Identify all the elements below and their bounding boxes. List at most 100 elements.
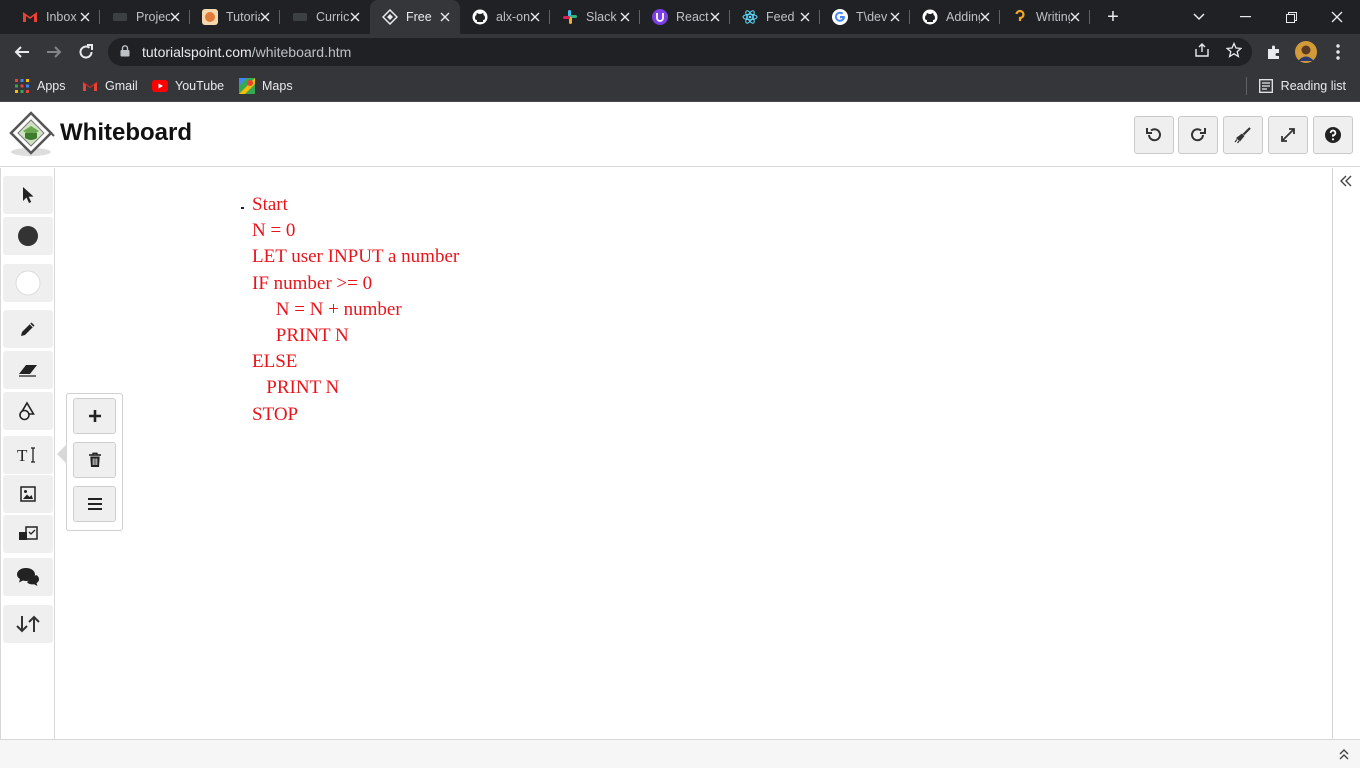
bottom-bar bbox=[0, 739, 1360, 768]
canvas-text-line[interactable]: PRINT N bbox=[252, 325, 349, 347]
close-tab-icon[interactable] bbox=[978, 10, 992, 24]
browser-tab[interactable]: Tutorials bbox=[190, 0, 280, 34]
close-tab-icon[interactable] bbox=[438, 10, 452, 24]
browser-tab[interactable]: Feed bbox=[730, 0, 820, 34]
add-button[interactable] bbox=[73, 398, 116, 434]
react-icon bbox=[742, 9, 758, 25]
close-tab-icon[interactable] bbox=[78, 10, 92, 24]
undo-button[interactable] bbox=[1134, 116, 1174, 154]
bookmark-youtube[interactable]: YouTube bbox=[152, 76, 224, 96]
sort-layers-button[interactable] bbox=[3, 605, 53, 643]
browser-toolbar: tutorialspoint.com/whiteboard.htm bbox=[0, 34, 1360, 70]
browser-tab[interactable]: Inbox bbox=[10, 0, 100, 34]
canvas-text-line[interactable]: IF number >= 0 bbox=[252, 273, 372, 295]
canvas-text-line[interactable]: PRINT N bbox=[252, 377, 339, 399]
image-tool-button[interactable] bbox=[3, 475, 53, 513]
bookmark-label: YouTube bbox=[175, 79, 225, 93]
shapes-tool-button[interactable] bbox=[3, 392, 53, 430]
close-window-button[interactable] bbox=[1314, 0, 1360, 34]
browser-tab[interactable]: Adding bbox=[910, 0, 1000, 34]
bookmark-label: Apps bbox=[37, 79, 66, 93]
browser-menu-button[interactable] bbox=[1324, 38, 1352, 66]
redo-button[interactable] bbox=[1178, 116, 1218, 154]
close-tab-icon[interactable] bbox=[798, 10, 812, 24]
slack-icon bbox=[562, 9, 578, 25]
tab-title: Adding bbox=[946, 10, 980, 24]
menu-button[interactable] bbox=[73, 486, 116, 522]
eraser-tool-button[interactable] bbox=[3, 351, 53, 389]
canvas-text-line[interactable]: N = 0 bbox=[252, 220, 295, 242]
page-title: Whiteboard bbox=[60, 119, 192, 146]
browser-tab[interactable]: alx-online bbox=[460, 0, 550, 34]
fullscreen-button[interactable] bbox=[1268, 116, 1308, 154]
canvas-text-line[interactable]: LET user INPUT a number bbox=[252, 246, 459, 268]
extensions-button[interactable] bbox=[1260, 38, 1288, 66]
forward-button[interactable] bbox=[40, 38, 68, 66]
address-bar[interactable]: tutorialspoint.com/whiteboard.htm bbox=[108, 38, 1252, 66]
close-tab-icon[interactable] bbox=[528, 10, 542, 24]
pencil-tool-button[interactable] bbox=[3, 310, 53, 348]
bookmark-maps[interactable]: Maps bbox=[239, 76, 293, 96]
share-button[interactable] bbox=[1192, 42, 1212, 62]
gmail-icon bbox=[82, 78, 98, 94]
tab-title: React bbox=[676, 10, 709, 24]
browser-tab[interactable]: Curriculum bbox=[280, 0, 370, 34]
double-chevron-left-icon bbox=[1340, 175, 1352, 187]
comments-button[interactable] bbox=[3, 558, 53, 596]
close-tab-icon[interactable] bbox=[168, 10, 182, 24]
puzzle-icon bbox=[1268, 45, 1279, 59]
url-path: /whiteboard.htm bbox=[251, 44, 352, 60]
expand-bottom-panel-button[interactable] bbox=[1338, 747, 1354, 763]
restore-icon bbox=[1285, 11, 1297, 23]
stroke-color-button[interactable] bbox=[3, 264, 53, 302]
canvas-text-line[interactable]: N = N + number bbox=[252, 299, 402, 321]
new-tab-button[interactable]: + bbox=[1102, 6, 1124, 28]
reading-list-button[interactable]: Reading list bbox=[1245, 76, 1346, 96]
close-tab-icon[interactable] bbox=[708, 10, 722, 24]
reload-button[interactable] bbox=[72, 38, 100, 66]
canvas-text-line[interactable]: ELSE bbox=[252, 351, 297, 373]
tab-title: Projects bbox=[136, 10, 170, 24]
browser-tab[interactable]: Slack bbox=[550, 0, 640, 34]
tab-search-button[interactable] bbox=[1176, 0, 1222, 34]
delete-button[interactable] bbox=[73, 442, 116, 478]
bookmark-apps[interactable]: Apps bbox=[14, 76, 66, 96]
canvas-text-line[interactable]: Start bbox=[252, 194, 288, 216]
close-tab-icon[interactable] bbox=[1068, 10, 1082, 24]
fill-color-button[interactable] bbox=[3, 217, 53, 255]
arrow-down-up-icon bbox=[16, 615, 40, 633]
double-chevron-up-icon bbox=[1339, 749, 1349, 760]
insert-media-button[interactable] bbox=[3, 515, 53, 553]
browser-tab[interactable]: Free bbox=[370, 0, 460, 34]
bookmark-gmail[interactable]: Gmail bbox=[82, 76, 138, 96]
question-circle-icon bbox=[1325, 127, 1341, 143]
youtube-icon bbox=[152, 78, 168, 94]
select-tool-button[interactable] bbox=[3, 176, 53, 214]
clear-board-button[interactable] bbox=[1223, 116, 1263, 154]
help-button[interactable] bbox=[1313, 116, 1353, 154]
arrow-right-icon bbox=[47, 46, 62, 58]
github-icon bbox=[922, 9, 938, 25]
minimize-button[interactable] bbox=[1222, 0, 1268, 34]
collapse-panel-button[interactable] bbox=[1339, 174, 1355, 190]
github-icon bbox=[472, 9, 488, 25]
reading-list-label: Reading list bbox=[1280, 79, 1346, 93]
canvas-text-line[interactable]: STOP bbox=[252, 404, 298, 426]
whiteboard-page: Whiteboard T Start N = 0 LET user INPUT … bbox=[0, 102, 1360, 768]
restore-button[interactable] bbox=[1268, 0, 1314, 34]
bookmark-star-button[interactable] bbox=[1224, 41, 1244, 62]
trash-icon bbox=[88, 452, 101, 467]
browser-tab[interactable]: React bbox=[640, 0, 730, 34]
close-tab-icon[interactable] bbox=[348, 10, 362, 24]
text-tool-button[interactable]: T bbox=[3, 436, 53, 474]
close-tab-icon[interactable] bbox=[258, 10, 272, 24]
browser-tab[interactable]: Projects bbox=[100, 0, 190, 34]
close-tab-icon[interactable] bbox=[888, 10, 902, 24]
tab-title: alx-online bbox=[496, 10, 530, 24]
browser-tab[interactable]: Writing bbox=[1000, 0, 1090, 34]
gmail-icon bbox=[22, 9, 38, 25]
close-tab-icon[interactable] bbox=[618, 10, 632, 24]
browser-tab[interactable]: T\dev bbox=[820, 0, 910, 34]
back-button[interactable] bbox=[8, 38, 36, 66]
profile-avatar[interactable] bbox=[1292, 38, 1320, 66]
